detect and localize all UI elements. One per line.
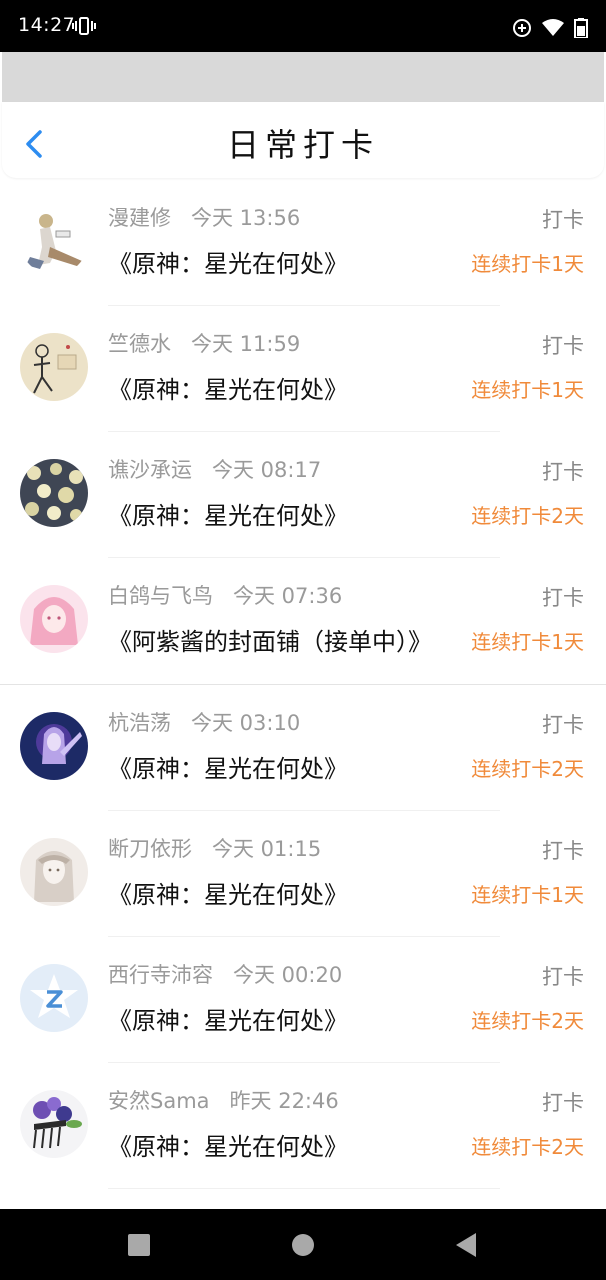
checkin-label: 打卡 [542, 586, 584, 610]
streak-label: 连续打卡2天 [471, 504, 584, 528]
checkin-meta: 安然Sama 昨天 22:46 [108, 1085, 339, 1115]
checkin-time: 昨天 22:46 [229, 1089, 339, 1113]
row-divider [108, 1188, 500, 1189]
checkin-time: 今天 03:10 [191, 711, 301, 735]
book-title[interactable]: 《原神：星光在何处》 [108, 496, 462, 531]
streak-label: 连续打卡1天 [471, 630, 584, 654]
checkin-meta: 西行寺沛容 今天 00:20 [108, 959, 342, 989]
book-title[interactable]: 《原神：星光在何处》 [108, 370, 462, 405]
checkin-list: 漫建修 今天 13:56 《原神：星光在何处》 打卡 连续打卡1天 竺德水 今天 1… [0, 180, 606, 1189]
checkin-row[interactable]: 杭浩荡 今天 03:10 《原神：星光在何处》 打卡 连续打卡2天 [0, 685, 606, 811]
book-title[interactable]: 《原神：星光在何处》 [108, 1127, 462, 1162]
checkin-row[interactable]: 西行寺沛容 今天 00:20 《原神：星光在何处》 打卡 连续打卡2天 [0, 937, 606, 1063]
checkin-label: 打卡 [542, 460, 584, 484]
girl-sketch-avatar[interactable] [20, 838, 88, 906]
checkin-time: 今天 07:36 [233, 584, 343, 608]
username[interactable]: 西行寺沛容 [108, 963, 213, 987]
default-qq-avatar[interactable] [20, 964, 88, 1032]
pink-anime-avatar[interactable] [20, 585, 88, 653]
checkin-label: 打卡 [542, 965, 584, 989]
username[interactable]: 漫建修 [108, 206, 171, 230]
checkin-time: 今天 00:20 [233, 963, 343, 987]
header-band [2, 52, 604, 102]
page-title: 日常打卡 [226, 126, 379, 164]
checkin-row[interactable]: 漫建修 今天 13:56 《原神：星光在何处》 打卡 连续打卡1天 [0, 180, 606, 306]
book-title[interactable]: 《原神：星光在何处》 [108, 1001, 462, 1036]
checkin-row[interactable]: 竺德水 今天 11:59 《原神：星光在何处》 打卡 连续打卡1天 [0, 306, 606, 432]
status-bar: 14:27 [0, 0, 606, 52]
username[interactable]: 断刀依形 [108, 837, 192, 861]
checkin-label: 打卡 [542, 208, 584, 232]
book-title[interactable]: 《原神：星光在何处》 [108, 244, 462, 279]
checkin-meta: 漫建修 今天 13:56 [108, 202, 300, 232]
checkin-time: 今天 13:56 [191, 206, 301, 230]
status-time: 14:27 [18, 14, 76, 36]
checkin-meta: 谯沙承运 今天 08:17 [108, 454, 321, 484]
back-button-icon[interactable] [452, 1231, 480, 1259]
username[interactable]: 白鸽与飞鸟 [108, 584, 213, 608]
checkin-label: 打卡 [542, 1091, 584, 1115]
streak-label: 连续打卡1天 [471, 883, 584, 907]
checkin-row[interactable]: 谯沙承运 今天 08:17 《原神：星光在何处》 打卡 连续打卡2天 [0, 432, 606, 558]
checkin-label: 打卡 [542, 334, 584, 358]
home-button-icon[interactable] [289, 1231, 317, 1259]
checkin-row[interactable]: 安然Sama 昨天 22:46 《原神：星光在何处》 打卡 连续打卡2天 [0, 1063, 606, 1189]
book-title[interactable]: 《原神：星光在何处》 [108, 749, 462, 784]
checkin-time: 今天 11:59 [191, 332, 301, 356]
checkin-meta: 白鸽与飞鸟 今天 07:36 [108, 580, 342, 610]
checkin-meta: 竺德水 今天 11:59 [108, 328, 300, 358]
floral-avatar[interactable] [20, 459, 88, 527]
checkin-row[interactable]: 断刀依形 今天 01:15 《原神：星光在何处》 打卡 连续打卡1天 [0, 811, 606, 937]
streak-label: 连续打卡1天 [471, 252, 584, 276]
book-title[interactable]: 《阿紫酱的封面铺（接单中）》 [108, 622, 462, 657]
wifi-icon [542, 19, 564, 36]
checkin-label: 打卡 [542, 839, 584, 863]
purple-fantasy-avatar[interactable] [20, 712, 88, 780]
username[interactable]: 谯沙承运 [108, 458, 192, 482]
streak-label: 连续打卡1天 [471, 378, 584, 402]
checkin-row[interactable]: 白鸽与飞鸟 今天 07:36 《阿紫酱的封面铺（接单中）》 打卡 连续打卡1天 [0, 558, 606, 685]
data-saver-icon [513, 19, 531, 37]
username[interactable]: 杭浩荡 [108, 711, 171, 735]
checkin-meta: 杭浩荡 今天 03:10 [108, 707, 300, 737]
top-bar: 日常打卡 [2, 102, 604, 178]
username[interactable]: 安然Sama [108, 1089, 210, 1113]
username[interactable]: 竺德水 [108, 332, 171, 356]
book-title[interactable]: 《原神：星光在何处》 [108, 875, 462, 910]
checkin-meta: 断刀依形 今天 01:15 [108, 833, 321, 863]
checkin-time: 今天 01:15 [212, 837, 322, 861]
streak-label: 连续打卡2天 [471, 1135, 584, 1159]
vibrate-icon [72, 17, 96, 35]
streak-label: 连续打卡2天 [471, 757, 584, 781]
checkin-label: 打卡 [542, 713, 584, 737]
hair-ornament-avatar[interactable] [20, 1090, 88, 1158]
navigation-bar [0, 1209, 606, 1280]
battery-icon [574, 18, 588, 38]
streak-label: 连续打卡2天 [471, 1009, 584, 1033]
sketch-avatar[interactable] [20, 333, 88, 401]
character-avatar[interactable] [20, 207, 88, 275]
checkin-time: 今天 08:17 [212, 458, 322, 482]
recents-button-icon[interactable] [125, 1231, 153, 1259]
